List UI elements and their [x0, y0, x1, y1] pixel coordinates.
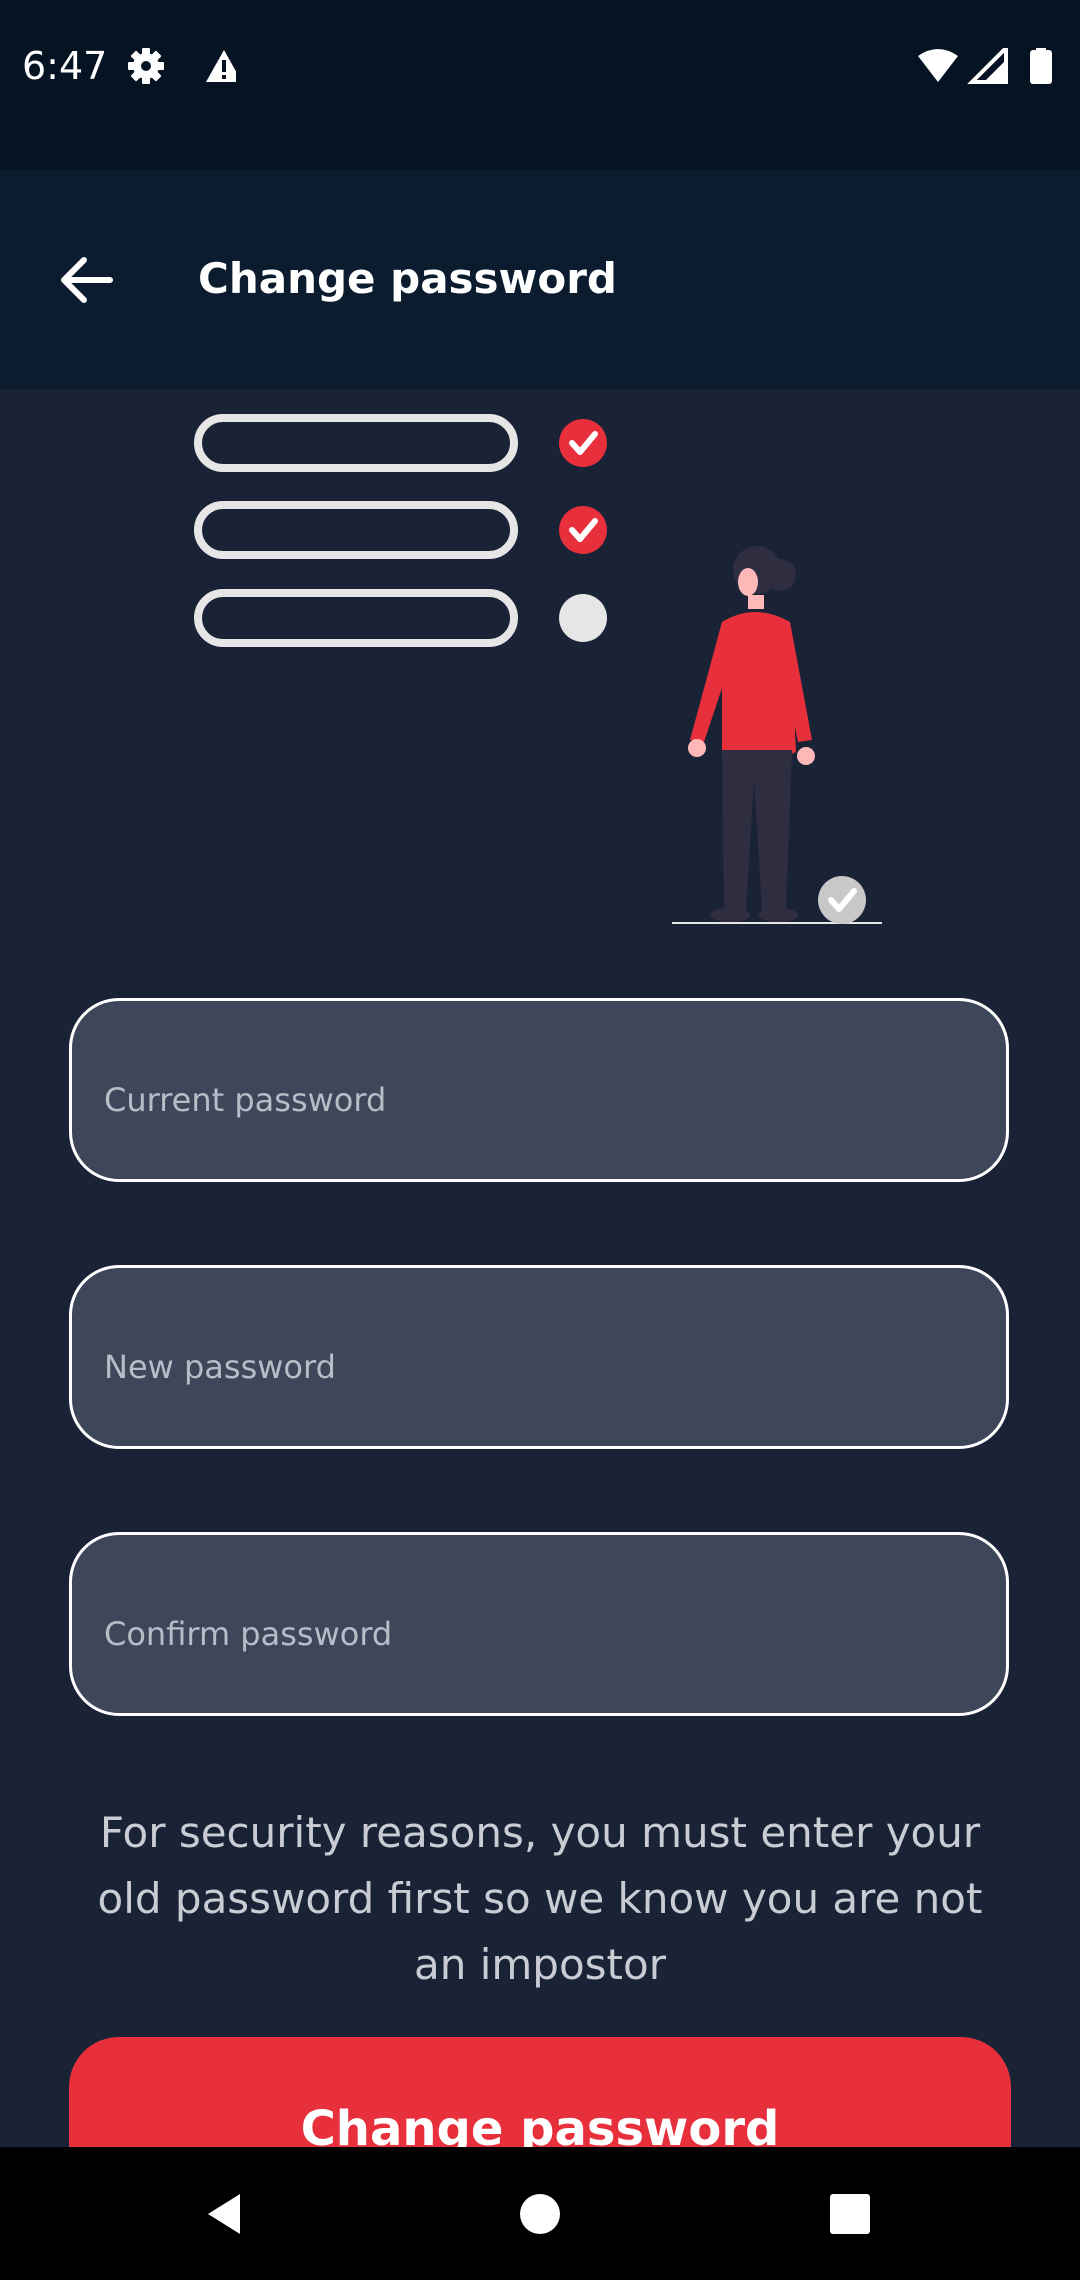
status-left-icons [126, 46, 242, 90]
new-password-field[interactable] [69, 1265, 1009, 1449]
wifi-icon [918, 49, 958, 82]
check-done-icon [559, 419, 607, 467]
new-password-input[interactable] [72, 1268, 1006, 1446]
person-figure [688, 546, 815, 922]
checklist-row-1 [194, 414, 607, 472]
status-bar: 6:47 [0, 0, 1080, 170]
status-time: 6:47 [22, 44, 108, 88]
current-password-field[interactable] [69, 998, 1009, 1182]
confirm-password-field[interactable] [69, 1532, 1009, 1716]
warning-icon [206, 50, 242, 82]
battery-icon [1030, 46, 1052, 84]
recents-square-icon [830, 2193, 870, 2234]
ground-check-icon [818, 876, 866, 924]
page-title: Change password [198, 254, 617, 303]
check-pending-icon [559, 594, 607, 642]
current-password-input[interactable] [72, 1001, 1006, 1179]
app-bar: Change password [0, 170, 1080, 390]
back-button[interactable] [36, 230, 136, 330]
nav-home-button[interactable] [470, 2147, 610, 2280]
status-right-icons [918, 43, 1058, 92]
password-illustration [0, 390, 1080, 950]
back-triangle-icon [208, 2193, 240, 2234]
checklist-row-3 [194, 589, 607, 647]
home-circle-icon [520, 2193, 560, 2234]
gear-icon [128, 48, 164, 84]
checklist-row-2 [194, 501, 607, 559]
nav-back-button[interactable] [155, 2147, 295, 2280]
system-nav-bar [0, 2147, 1080, 2280]
arrow-left-icon [61, 257, 113, 303]
security-helper-text: For security reasons, you must enter you… [97, 1808, 983, 1989]
nav-recents-button[interactable] [780, 2147, 920, 2280]
check-done-icon [559, 506, 607, 554]
confirm-password-input[interactable] [72, 1535, 1006, 1713]
